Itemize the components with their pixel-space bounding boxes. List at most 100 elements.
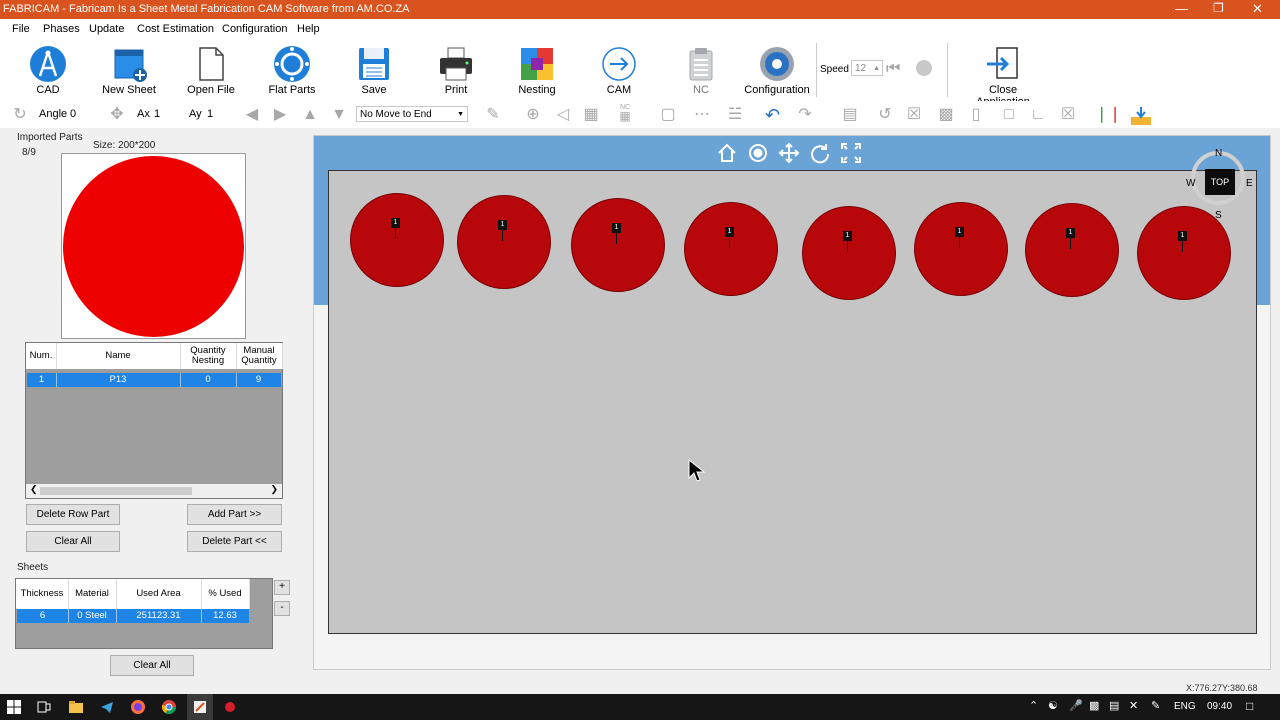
redo-icon[interactable]: ↷ [795, 105, 815, 125]
windows-start-icon[interactable] [6, 699, 22, 715]
ax-input[interactable]: 1 [154, 108, 160, 120]
color-bars-icon[interactable]: ❘❘ [1095, 105, 1122, 125]
nested-part[interactable]: 1 [457, 195, 551, 289]
reset-view-icon[interactable] [809, 142, 831, 164]
table-row[interactable]: 1 P13 0 9 [27, 373, 281, 387]
close-application-button[interactable]: Close Application [962, 39, 1044, 108]
taskbar-active-app[interactable] [187, 694, 213, 720]
orbit-icon[interactable] [747, 142, 769, 164]
file-explorer-icon[interactable] [68, 699, 84, 715]
show-hidden-icons[interactable]: ⌃ [1029, 699, 1038, 712]
parts-table-scrollbar[interactable]: ❮ ❯ [26, 484, 282, 498]
scrollbar-thumb[interactable] [40, 487, 192, 495]
column-header-num[interactable]: Num. [26, 343, 57, 369]
move-right-icon[interactable]: ▶ [270, 105, 290, 125]
speed-stop-icon[interactable] [916, 60, 932, 76]
clear-all-sheets-button[interactable]: Clear All [110, 655, 194, 676]
move-up-icon[interactable]: ▲ [300, 105, 320, 125]
nested-part[interactable]: 1 [1137, 206, 1231, 300]
nc-small-icon[interactable]: NC ▦ [614, 104, 636, 126]
corner-icon[interactable]: ∟ [1028, 105, 1048, 125]
array-icon[interactable]: ▦ [581, 105, 601, 125]
frame-icon[interactable]: ▢ [658, 105, 678, 125]
pen-icon[interactable]: ✎ [1151, 699, 1160, 712]
box-icon[interactable]: □ [999, 105, 1019, 125]
move-down-icon[interactable]: ▼ [329, 105, 349, 125]
column-header-used-pct[interactable]: % Used [201, 579, 250, 609]
ay-input[interactable]: 1 [207, 108, 213, 120]
open-file-button[interactable]: Open File [171, 39, 251, 99]
rotate-box-icon[interactable]: ↺ [875, 105, 895, 125]
delete-row-part-button[interactable]: Delete Row Part [26, 504, 120, 525]
speed-spinner[interactable]: 12 ▲ [851, 60, 883, 76]
cad-button[interactable]: CAD [8, 39, 88, 99]
recorder-app-icon[interactable] [222, 699, 238, 715]
minimize-button[interactable]: — [1175, 1, 1188, 16]
telegram-icon[interactable] [99, 699, 115, 715]
mirror-icon[interactable]: ◁ [553, 105, 573, 125]
firefox-icon[interactable] [130, 699, 146, 715]
add-circle-icon[interactable]: ⊕ [523, 105, 543, 125]
task-view-icon[interactable] [36, 699, 52, 715]
remove-sheet-button[interactable]: - [274, 601, 290, 616]
flat-parts-button[interactable]: Flat Parts [252, 39, 332, 99]
close-window-button[interactable]: ✕ [1252, 1, 1263, 17]
move-icon[interactable]: ✥ [107, 105, 127, 125]
table-row[interactable]: 6 0 Steel 251123.31 12.63 [17, 609, 249, 623]
home-icon[interactable] [716, 142, 738, 164]
view-cube-top[interactable]: TOP [1205, 169, 1235, 195]
nested-part[interactable]: 1 [350, 193, 444, 287]
battery-icon[interactable]: ▩ [1089, 699, 1099, 712]
network-icon[interactable]: ▤ [1109, 699, 1119, 712]
scroll-left-icon[interactable]: ❮ [30, 484, 38, 495]
undo-icon[interactable]: ↶ [765, 105, 785, 125]
column-header-thickness[interactable]: Thickness [16, 579, 69, 609]
cam-button[interactable]: CAM [579, 39, 659, 99]
column-header-used-area[interactable]: Used Area [116, 579, 202, 609]
volume-muted-icon[interactable]: ✕ [1129, 699, 1138, 712]
microphone-icon[interactable]: 🎤 [1069, 699, 1083, 712]
add-part-button[interactable]: Add Part >> [187, 504, 282, 525]
configuration-button[interactable]: Configuration [737, 39, 817, 99]
link-icon[interactable]: ⋯ [692, 105, 712, 125]
nesting-button[interactable]: Nesting [497, 39, 577, 99]
nested-part[interactable]: 1 [571, 198, 665, 292]
pan-icon[interactable] [778, 142, 800, 164]
maximize-button[interactable]: ❐ [1213, 1, 1224, 15]
nested-part[interactable]: 1 [1025, 203, 1119, 297]
move-mode-select[interactable]: No Move to End ▼ [356, 106, 468, 122]
delete-part-button[interactable]: Delete Part << [187, 531, 282, 552]
tree-icon[interactable]: ☱ [725, 105, 745, 125]
new-sheet-button[interactable]: New Sheet [89, 39, 169, 99]
fullscreen-icon[interactable] [840, 142, 862, 164]
menu-update[interactable]: Update [89, 23, 124, 35]
menu-configuration[interactable]: Configuration [222, 23, 287, 35]
nested-part[interactable]: 1 [802, 206, 896, 300]
column-header-name[interactable]: Name [56, 343, 181, 369]
nc-button[interactable]: NC [661, 39, 741, 99]
cross-box-icon[interactable]: ☒ [904, 105, 924, 125]
pencil-icon[interactable]: ✎ [483, 105, 503, 125]
column-header-qty-nesting[interactable]: Quantity Nesting [180, 343, 237, 369]
rotate-icon[interactable]: ↻ [10, 105, 30, 125]
menu-phases[interactable]: Phases [43, 23, 80, 35]
delete-box-icon[interactable]: ☒ [1058, 105, 1078, 125]
save-button[interactable]: Save [334, 39, 414, 99]
cell-manual-qty[interactable]: 9 [236, 373, 281, 387]
nested-part[interactable]: 1 [684, 202, 778, 296]
clock[interactable]: 09:40 [1207, 701, 1232, 712]
menu-help[interactable]: Help [297, 23, 320, 35]
speed-rewind-icon[interactable]: ⏮ [886, 59, 900, 79]
bracket-icon[interactable]: ▩ [936, 105, 956, 125]
language-indicator[interactable]: ENG [1174, 701, 1196, 712]
distribute-icon[interactable]: ▯ [966, 105, 986, 125]
column-header-material[interactable]: Material [68, 579, 117, 609]
menu-cost-estimation[interactable]: Cost Estimation [137, 23, 214, 35]
clear-all-parts-button[interactable]: Clear All [26, 531, 120, 552]
move-left-icon[interactable]: ◀ [242, 105, 262, 125]
scroll-right-icon[interactable]: ❯ [270, 484, 278, 495]
add-sheet-button[interactable]: + [274, 580, 290, 595]
nested-part[interactable]: 1 [914, 202, 1008, 296]
align-icon[interactable]: ▤ [840, 105, 860, 125]
angle-input[interactable]: 0 [70, 108, 76, 120]
